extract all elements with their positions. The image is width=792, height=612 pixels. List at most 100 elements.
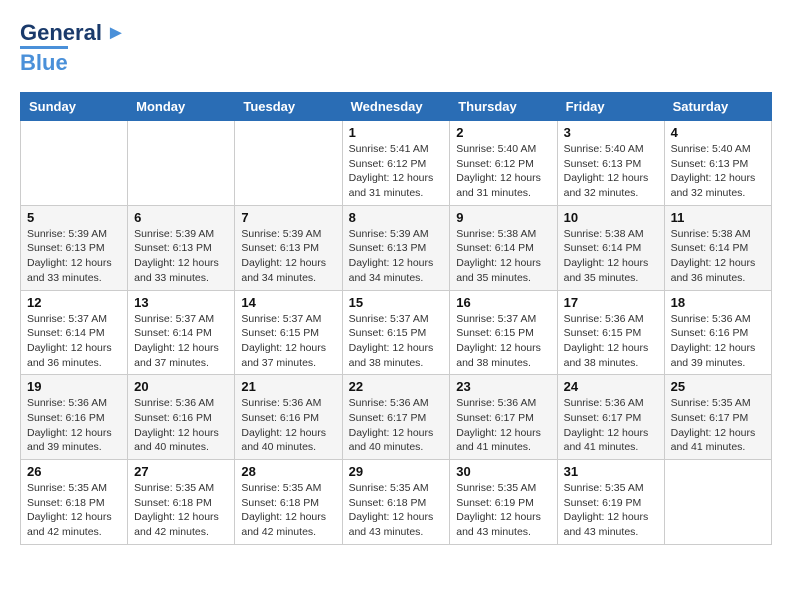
calendar-cell: 22 Sunrise: 5:36 AM Sunset: 6:17 PM Dayli… <box>342 375 450 460</box>
day-detail: Sunrise: 5:39 AM Sunset: 6:13 PM Dayligh… <box>241 227 335 286</box>
calendar-cell: 13 Sunrise: 5:37 AM Sunset: 6:14 PM Dayli… <box>128 290 235 375</box>
day-number: 3 <box>564 125 658 140</box>
day-detail: Sunrise: 5:36 AM Sunset: 6:17 PM Dayligh… <box>564 396 658 455</box>
weekday-header-tuesday: Tuesday <box>235 93 342 121</box>
day-number: 4 <box>671 125 765 140</box>
calendar-cell: 18 Sunrise: 5:36 AM Sunset: 6:16 PM Dayli… <box>664 290 771 375</box>
day-detail: Sunrise: 5:35 AM Sunset: 6:19 PM Dayligh… <box>456 481 550 540</box>
day-detail: Sunrise: 5:36 AM Sunset: 6:15 PM Dayligh… <box>564 312 658 371</box>
calendar-cell: 14 Sunrise: 5:37 AM Sunset: 6:15 PM Dayli… <box>235 290 342 375</box>
day-detail: Sunrise: 5:38 AM Sunset: 6:14 PM Dayligh… <box>564 227 658 286</box>
weekday-header-saturday: Saturday <box>664 93 771 121</box>
day-detail: Sunrise: 5:35 AM Sunset: 6:18 PM Dayligh… <box>134 481 228 540</box>
day-detail: Sunrise: 5:37 AM Sunset: 6:14 PM Dayligh… <box>27 312 121 371</box>
day-number: 7 <box>241 210 335 225</box>
day-number: 28 <box>241 464 335 479</box>
calendar-cell: 4 Sunrise: 5:40 AM Sunset: 6:13 PM Daylig… <box>664 121 771 206</box>
calendar-cell: 30 Sunrise: 5:35 AM Sunset: 6:19 PM Dayli… <box>450 460 557 545</box>
calendar-cell: 10 Sunrise: 5:38 AM Sunset: 6:14 PM Dayli… <box>557 205 664 290</box>
calendar-cell: 21 Sunrise: 5:36 AM Sunset: 6:16 PM Dayli… <box>235 375 342 460</box>
day-number: 13 <box>134 295 228 310</box>
day-number: 2 <box>456 125 550 140</box>
day-detail: Sunrise: 5:38 AM Sunset: 6:14 PM Dayligh… <box>671 227 765 286</box>
calendar-cell: 31Sunrise: 5:35 AM Sunset: 6:19 PM Dayli… <box>557 460 664 545</box>
logo-bird-icon: ► <box>106 22 126 45</box>
day-detail: Sunrise: 5:39 AM Sunset: 6:13 PM Dayligh… <box>134 227 228 286</box>
calendar-week-5: 26 Sunrise: 5:35 AM Sunset: 6:18 PM Dayli… <box>21 460 772 545</box>
day-number: 26 <box>27 464 121 479</box>
calendar-cell: 20Sunrise: 5:36 AM Sunset: 6:16 PM Dayli… <box>128 375 235 460</box>
weekday-header-friday: Friday <box>557 93 664 121</box>
weekday-header-monday: Monday <box>128 93 235 121</box>
calendar-cell: 19Sunrise: 5:36 AM Sunset: 6:16 PM Dayli… <box>21 375 128 460</box>
day-detail: Sunrise: 5:38 AM Sunset: 6:14 PM Dayligh… <box>456 227 550 286</box>
day-number: 21 <box>241 379 335 394</box>
calendar-cell <box>128 121 235 206</box>
day-detail: Sunrise: 5:39 AM Sunset: 6:13 PM Dayligh… <box>349 227 444 286</box>
day-number: 31 <box>564 464 658 479</box>
day-detail: Sunrise: 5:36 AM Sunset: 6:16 PM Dayligh… <box>241 396 335 455</box>
calendar-cell: 25Sunrise: 5:35 AM Sunset: 6:17 PM Dayli… <box>664 375 771 460</box>
day-number: 11 <box>671 210 765 225</box>
calendar-cell: 6 Sunrise: 5:39 AM Sunset: 6:13 PM Daylig… <box>128 205 235 290</box>
logo-blue: Blue <box>20 46 68 76</box>
day-number: 27 <box>134 464 228 479</box>
day-number: 16 <box>456 295 550 310</box>
day-detail: Sunrise: 5:37 AM Sunset: 6:15 PM Dayligh… <box>241 312 335 371</box>
calendar-week-2: 5Sunrise: 5:39 AM Sunset: 6:13 PM Daylig… <box>21 205 772 290</box>
day-number: 20 <box>134 379 228 394</box>
day-number: 10 <box>564 210 658 225</box>
calendar-cell: 29Sunrise: 5:35 AM Sunset: 6:18 PM Dayli… <box>342 460 450 545</box>
day-number: 1 <box>349 125 444 140</box>
calendar-cell: 9 Sunrise: 5:38 AM Sunset: 6:14 PM Daylig… <box>450 205 557 290</box>
calendar-table: SundayMondayTuesdayWednesdayThursdayFrid… <box>20 92 772 545</box>
day-detail: Sunrise: 5:36 AM Sunset: 6:17 PM Dayligh… <box>349 396 444 455</box>
day-detail: Sunrise: 5:36 AM Sunset: 6:16 PM Dayligh… <box>27 396 121 455</box>
day-number: 15 <box>349 295 444 310</box>
weekday-header-wednesday: Wednesday <box>342 93 450 121</box>
calendar-cell: 11 Sunrise: 5:38 AM Sunset: 6:14 PM Dayli… <box>664 205 771 290</box>
day-number: 17 <box>564 295 658 310</box>
calendar-week-4: 19Sunrise: 5:36 AM Sunset: 6:16 PM Dayli… <box>21 375 772 460</box>
day-number: 22 <box>349 379 444 394</box>
calendar-cell: 26 Sunrise: 5:35 AM Sunset: 6:18 PM Dayli… <box>21 460 128 545</box>
calendar-cell: 15Sunrise: 5:37 AM Sunset: 6:15 PM Dayli… <box>342 290 450 375</box>
calendar-cell: 28Sunrise: 5:35 AM Sunset: 6:18 PM Dayli… <box>235 460 342 545</box>
page-header: General ► Blue <box>20 20 772 76</box>
day-number: 30 <box>456 464 550 479</box>
day-number: 24 <box>564 379 658 394</box>
weekday-header-thursday: Thursday <box>450 93 557 121</box>
day-detail: Sunrise: 5:39 AM Sunset: 6:13 PM Dayligh… <box>27 227 121 286</box>
calendar-cell <box>235 121 342 206</box>
calendar-cell: 8 Sunrise: 5:39 AM Sunset: 6:13 PM Daylig… <box>342 205 450 290</box>
day-detail: Sunrise: 5:37 AM Sunset: 6:15 PM Dayligh… <box>456 312 550 371</box>
day-detail: Sunrise: 5:37 AM Sunset: 6:14 PM Dayligh… <box>134 312 228 371</box>
day-number: 9 <box>456 210 550 225</box>
calendar-cell: 16 Sunrise: 5:37 AM Sunset: 6:15 PM Dayli… <box>450 290 557 375</box>
day-detail: Sunrise: 5:41 AM Sunset: 6:12 PM Dayligh… <box>349 142 444 201</box>
day-number: 14 <box>241 295 335 310</box>
day-detail: Sunrise: 5:40 AM Sunset: 6:12 PM Dayligh… <box>456 142 550 201</box>
calendar-cell: 5Sunrise: 5:39 AM Sunset: 6:13 PM Daylig… <box>21 205 128 290</box>
day-detail: Sunrise: 5:40 AM Sunset: 6:13 PM Dayligh… <box>671 142 765 201</box>
day-number: 25 <box>671 379 765 394</box>
day-number: 18 <box>671 295 765 310</box>
calendar-cell: 24 Sunrise: 5:36 AM Sunset: 6:17 PM Dayli… <box>557 375 664 460</box>
calendar-cell: 17 Sunrise: 5:36 AM Sunset: 6:15 PM Dayli… <box>557 290 664 375</box>
calendar-cell: 27 Sunrise: 5:35 AM Sunset: 6:18 PM Dayli… <box>128 460 235 545</box>
calendar-cell: 23Sunrise: 5:36 AM Sunset: 6:17 PM Dayli… <box>450 375 557 460</box>
day-detail: Sunrise: 5:35 AM Sunset: 6:18 PM Dayligh… <box>27 481 121 540</box>
calendar-cell: 3 Sunrise: 5:40 AM Sunset: 6:13 PM Daylig… <box>557 121 664 206</box>
calendar-cell <box>21 121 128 206</box>
day-number: 8 <box>349 210 444 225</box>
logo: General ► Blue <box>20 20 126 76</box>
day-detail: Sunrise: 5:40 AM Sunset: 6:13 PM Dayligh… <box>564 142 658 201</box>
day-number: 6 <box>134 210 228 225</box>
calendar-cell: 2 Sunrise: 5:40 AM Sunset: 6:12 PM Daylig… <box>450 121 557 206</box>
logo-general: General <box>20 20 102 46</box>
weekday-header-sunday: Sunday <box>21 93 128 121</box>
calendar-cell: 12Sunrise: 5:37 AM Sunset: 6:14 PM Dayli… <box>21 290 128 375</box>
day-detail: Sunrise: 5:36 AM Sunset: 6:16 PM Dayligh… <box>671 312 765 371</box>
calendar-week-1: 1 Sunrise: 5:41 AM Sunset: 6:12 PM Daylig… <box>21 121 772 206</box>
calendar-cell: 7 Sunrise: 5:39 AM Sunset: 6:13 PM Daylig… <box>235 205 342 290</box>
